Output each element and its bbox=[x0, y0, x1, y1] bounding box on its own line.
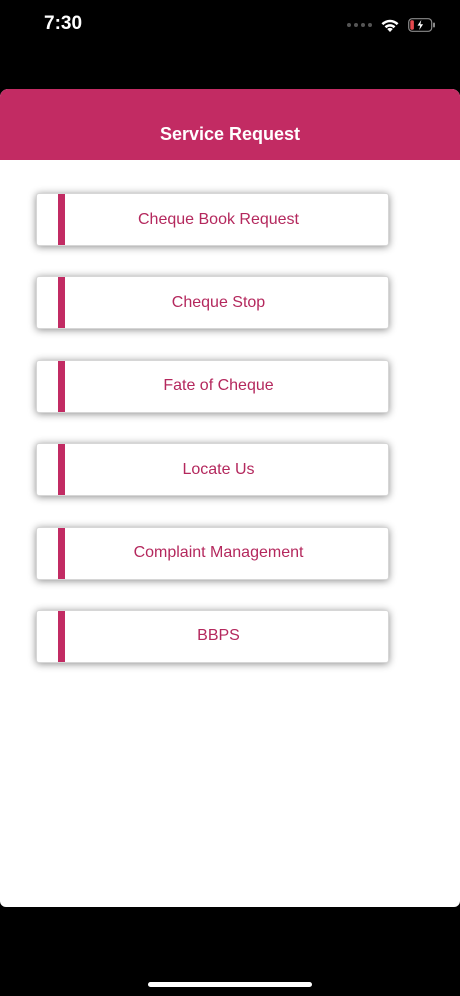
menu-accent-bar bbox=[58, 527, 65, 579]
menu-item-label: BBPS bbox=[197, 627, 240, 645]
status-icons bbox=[347, 16, 436, 34]
complaint-management-button[interactable]: Complaint Management bbox=[36, 526, 389, 580]
status-time: 7:30 bbox=[44, 13, 83, 34]
wifi-icon bbox=[380, 18, 400, 33]
menu-accent-bar bbox=[58, 610, 65, 662]
menu-accent-bar bbox=[58, 444, 65, 496]
home-indicator[interactable] bbox=[148, 982, 312, 987]
cheque-stop-button[interactable]: Cheque Stop bbox=[36, 276, 389, 330]
menu-item-label: Cheque Book Request bbox=[138, 210, 299, 228]
menu-accent-bar bbox=[58, 277, 65, 329]
bbps-button[interactable]: BBPS bbox=[36, 609, 389, 663]
cheque-book-request-button[interactable]: Cheque Book Request bbox=[36, 193, 389, 246]
battery-charging-icon bbox=[408, 18, 436, 32]
screen: 7:30 Service Request Cheque Book Request… bbox=[0, 0, 460, 996]
status-bar: 7:30 bbox=[0, 0, 460, 50]
locate-us-button[interactable]: Locate Us bbox=[36, 443, 389, 497]
menu-accent-bar bbox=[58, 360, 65, 412]
header: Service Request bbox=[0, 89, 460, 160]
menu-item-label: Complaint Management bbox=[133, 544, 304, 562]
menu-item-label: Fate of Cheque bbox=[163, 377, 274, 395]
fate-of-cheque-button[interactable]: Fate of Cheque bbox=[36, 359, 389, 413]
page-title: Service Request bbox=[159, 124, 301, 144]
menu-item-label: Locate Us bbox=[182, 460, 255, 478]
menu-item-label: Cheque Stop bbox=[171, 293, 266, 311]
signal-icon bbox=[347, 23, 372, 27]
service-request-sheet: Service Request Cheque Book Request Cheq… bbox=[0, 89, 460, 907]
service-menu: Cheque Book Request Cheque Stop Fate of … bbox=[36, 193, 389, 693]
menu-accent-bar bbox=[58, 194, 65, 245]
